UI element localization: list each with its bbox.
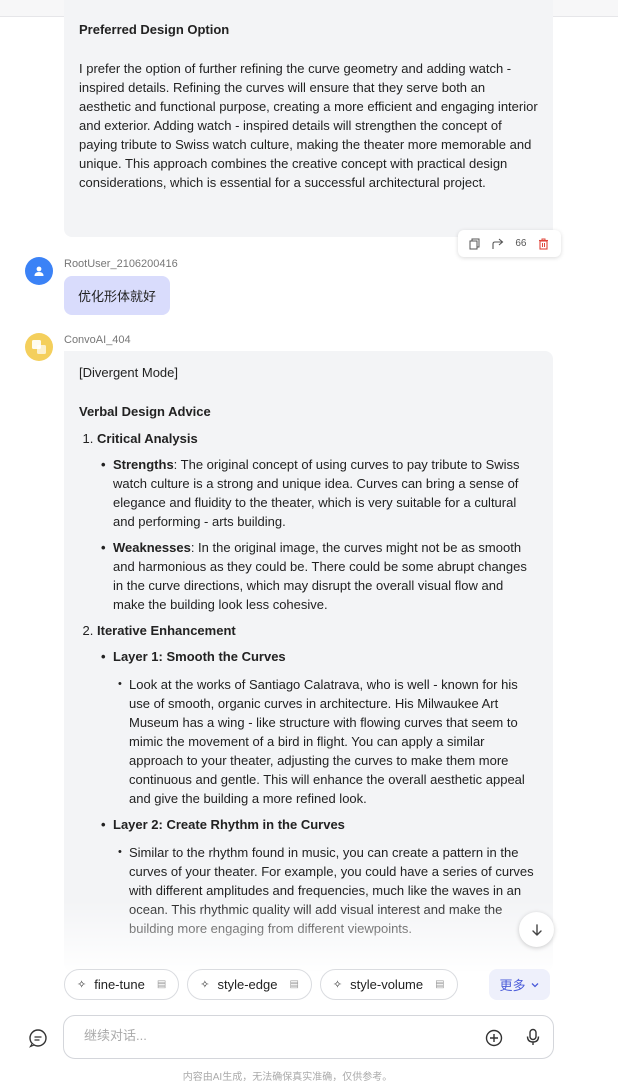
list-item: Weaknesses: In the original image, the c… [101, 538, 538, 614]
disclaimer: 内容由AI生成，无法确保真实准确，仅供参考。 [182, 1072, 393, 1083]
item-label: Weaknesses [113, 540, 191, 555]
trash-icon[interactable] [537, 237, 551, 251]
layer-title: Layer 2: Create Rhythm in the Curves [113, 817, 345, 832]
arrow-down-icon [531, 923, 542, 936]
document-icon: ▤ [156, 979, 167, 990]
list-item: Look at the works of Santiago Calatrava,… [118, 675, 538, 808]
list-item: Layer 2: Create Rhythm in the Curves Sim… [101, 815, 538, 938]
microphone-icon[interactable] [523, 1027, 543, 1047]
sparkle-icon: ✧ [332, 979, 343, 991]
sparkle-icon: ✧ [200, 979, 210, 991]
person-icon [34, 266, 44, 276]
item-text: : The original concept of using curves t… [113, 457, 520, 529]
ai-name: ConvoAI_404 [64, 334, 131, 346]
suggestion-chips: ✧ fine-tune ▤ ✧ style-edge ▤ ✧ style-vol… [64, 969, 458, 1000]
advice-list: Critical Analysis Strengths: The origina… [97, 429, 538, 938]
chip-style-volume[interactable]: ✧ style-volume ▤ [319, 969, 458, 1000]
chip-label: style-edge [217, 977, 278, 992]
chip-fine-tune[interactable]: ✧ fine-tune ▤ [64, 969, 180, 1000]
more-label: 更多 [499, 978, 526, 993]
layer-title: Layer 1: Smooth the Curves [113, 649, 286, 664]
user-avatar [25, 257, 53, 285]
message-action-bar: 66 [458, 230, 561, 257]
ai-message-bubble: [Divergent Mode] Verbal Design Advice Cr… [64, 351, 553, 971]
message-heading: Preferred Design Option [79, 22, 230, 37]
message-paragraph: I prefer the option of further refining … [79, 61, 538, 190]
chat-input[interactable] [84, 1028, 464, 1043]
section-title: Critical Analysis [97, 431, 198, 446]
mode-label: [Divergent Mode] [79, 365, 178, 380]
sparkle-icon: ✧ [77, 979, 87, 991]
chip-label: style-volume [350, 977, 424, 992]
chat-input-box [63, 1015, 554, 1059]
ai-avatar [25, 333, 53, 361]
ai-message-bubble-previous: Preferred Design Option I prefer the opt… [64, 0, 553, 237]
add-icon[interactable] [484, 1028, 504, 1048]
share-icon[interactable] [491, 237, 505, 251]
list-item: Similar to the rhythm found in music, yo… [118, 843, 538, 938]
chip-label: fine-tune [94, 977, 145, 992]
more-button[interactable]: 更多 [489, 969, 550, 1000]
chevron-down-icon [531, 982, 538, 987]
section-title: Iterative Enhancement [97, 623, 236, 638]
quote-button[interactable]: 66 [514, 237, 528, 251]
new-chat-icon[interactable] [27, 1027, 49, 1049]
section-critical-analysis: Critical Analysis Strengths: The origina… [97, 429, 538, 614]
copy-icon[interactable] [468, 237, 482, 251]
chip-style-edge[interactable]: ✧ style-edge ▤ [187, 969, 312, 1000]
item-label: Strengths [113, 457, 174, 472]
ai-logo-icon [32, 340, 46, 354]
scroll-down-button[interactable] [519, 912, 554, 947]
document-icon: ▤ [289, 979, 299, 990]
user-message-bubble: 优化形体就好 [64, 276, 171, 315]
section-iterative-enhancement: Iterative Enhancement Layer 1: Smooth th… [97, 621, 538, 938]
list-item: Layer 1: Smooth the Curves Look at the w… [101, 647, 538, 808]
user-name: RootUser_2106200416 [64, 258, 178, 270]
list-item: Strengths: The original concept of using… [101, 455, 538, 531]
document-icon: ▤ [435, 979, 445, 990]
advice-heading: Verbal Design Advice [79, 404, 211, 419]
